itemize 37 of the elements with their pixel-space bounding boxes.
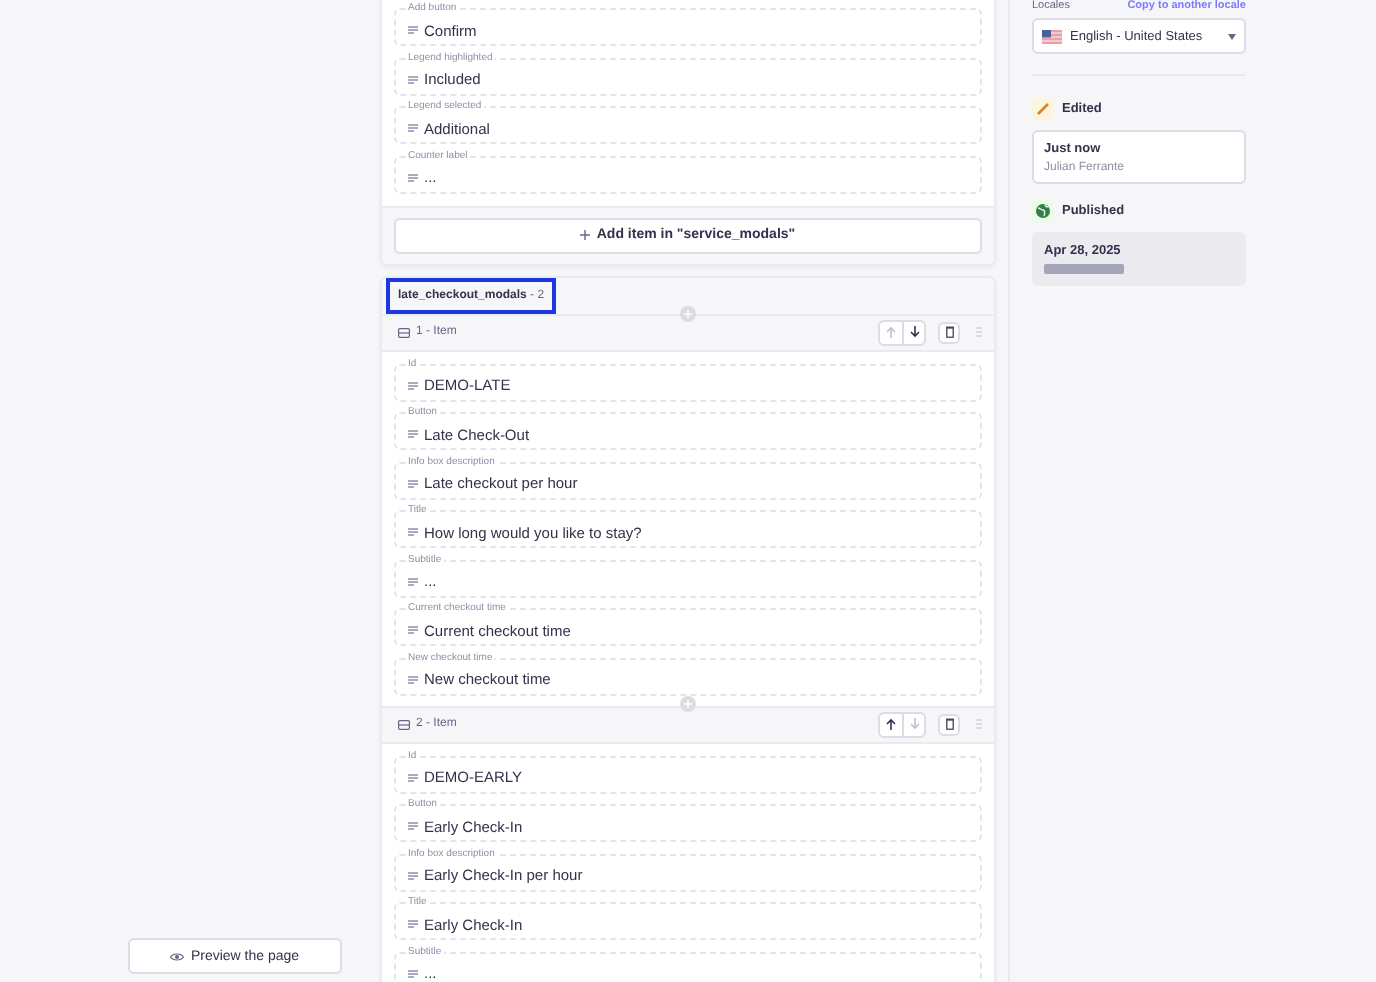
arrow-up-icon	[886, 718, 896, 730]
text-field-icon	[408, 577, 418, 585]
text-field-icon	[408, 969, 418, 977]
delete-button[interactable]	[938, 321, 960, 343]
text-field-icon	[408, 871, 418, 879]
text-field-icon	[408, 920, 418, 928]
text-field-icon	[408, 528, 418, 536]
text-field-icon	[408, 822, 418, 830]
text-field-icon	[408, 626, 418, 634]
caret-icon	[1228, 33, 1236, 39]
move-up-button[interactable]	[880, 713, 902, 735]
add-circle-icon[interactable]	[680, 305, 696, 321]
move-down-button[interactable]	[902, 321, 924, 343]
arrow-down-icon	[909, 718, 919, 730]
component-icon	[398, 327, 410, 337]
text-field-icon	[408, 381, 418, 389]
text-field-icon	[408, 430, 418, 438]
text-field-icon	[408, 173, 418, 181]
text-field-icon	[408, 26, 418, 34]
delete-button[interactable]	[938, 713, 960, 735]
pencil-icon	[1032, 98, 1054, 120]
flag-icon	[1042, 29, 1062, 43]
trash-icon	[945, 718, 953, 730]
component-icon	[398, 719, 410, 729]
text-field-icon	[408, 124, 418, 132]
redacted-bar	[1044, 264, 1124, 274]
text-field-icon	[408, 773, 418, 781]
text-field-icon	[408, 75, 418, 83]
text-field-icon	[408, 479, 418, 487]
plus-icon	[580, 230, 591, 240]
add-circle-icon[interactable]	[680, 695, 696, 711]
text-field-icon	[408, 675, 418, 683]
eye-icon	[170, 951, 185, 961]
globe-icon	[1032, 200, 1054, 222]
arrow-down-icon	[909, 326, 919, 338]
trash-icon	[945, 326, 953, 338]
arrow-up-icon	[886, 326, 896, 338]
